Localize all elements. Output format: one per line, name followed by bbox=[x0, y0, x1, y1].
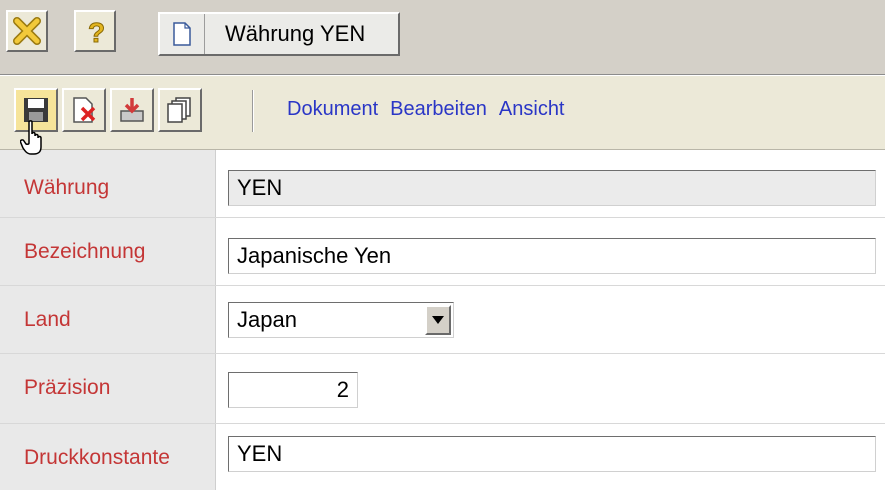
close-icon bbox=[13, 17, 41, 45]
hand-cursor-icon bbox=[20, 120, 42, 155]
land-select-value: Japan bbox=[237, 307, 297, 332]
help-button[interactable]: ? bbox=[74, 10, 116, 52]
form-row-land: Land Japan bbox=[0, 286, 885, 354]
label-cell: Druckkonstante bbox=[0, 424, 216, 490]
label-cell: Land bbox=[0, 286, 216, 353]
form-row-druckkonstante: Druckkonstante YEN bbox=[0, 424, 885, 490]
praezision-field[interactable]: 2 bbox=[228, 372, 358, 408]
document-tab[interactable]: Währung YEN bbox=[158, 12, 400, 56]
document-tab-label: Währung YEN bbox=[225, 21, 366, 46]
toolbar-separator bbox=[252, 90, 254, 132]
export-button[interactable] bbox=[110, 88, 154, 132]
land-label: Land bbox=[24, 308, 71, 331]
label-cell: Währung bbox=[0, 150, 216, 217]
menu-ansicht[interactable]: Ansicht bbox=[499, 98, 565, 121]
copy-button[interactable] bbox=[158, 88, 202, 132]
delete-icon bbox=[73, 97, 96, 123]
document-tab-icon-cell bbox=[160, 14, 205, 54]
bezeichnung-field[interactable]: Japanische Yen bbox=[228, 238, 876, 274]
label-cell: Bezeichnung bbox=[0, 218, 216, 285]
bezeichnung-label: Bezeichnung bbox=[24, 240, 146, 263]
druckkonstante-label: Druckkonstante bbox=[24, 446, 170, 469]
menu-dokument[interactable]: Dokument bbox=[287, 98, 378, 121]
delete-button[interactable] bbox=[62, 88, 106, 132]
form-row-bezeichnung: Bezeichnung Japanische Yen bbox=[0, 218, 885, 286]
menu-bearbeiten[interactable]: Bearbeiten bbox=[390, 98, 487, 121]
praezision-label: Präzision bbox=[24, 376, 111, 399]
dropdown-arrow-button[interactable] bbox=[425, 305, 451, 335]
title-bar: ? Währung YEN bbox=[0, 0, 885, 75]
document-icon bbox=[173, 22, 191, 46]
waehrung-label: Währung bbox=[24, 176, 110, 199]
close-button[interactable] bbox=[6, 10, 48, 52]
druckkonstante-field[interactable]: YEN bbox=[228, 436, 876, 472]
chevron-down-icon bbox=[432, 316, 444, 324]
export-icon bbox=[120, 98, 144, 122]
label-cell: Präzision bbox=[0, 354, 216, 423]
menu-bar: Dokument Bearbeiten Ansicht bbox=[287, 98, 565, 121]
waehrung-field: YEN bbox=[228, 170, 876, 206]
svg-text:?: ? bbox=[88, 17, 105, 46]
help-icon: ? bbox=[88, 17, 106, 47]
land-select[interactable]: Japan bbox=[228, 302, 454, 338]
form-row-praezision: Präzision 2 bbox=[0, 354, 885, 424]
form-row-waehrung: Währung YEN bbox=[0, 150, 885, 218]
copy-icon bbox=[167, 97, 191, 123]
toolbar: Dokument Bearbeiten Ansicht bbox=[0, 76, 885, 150]
